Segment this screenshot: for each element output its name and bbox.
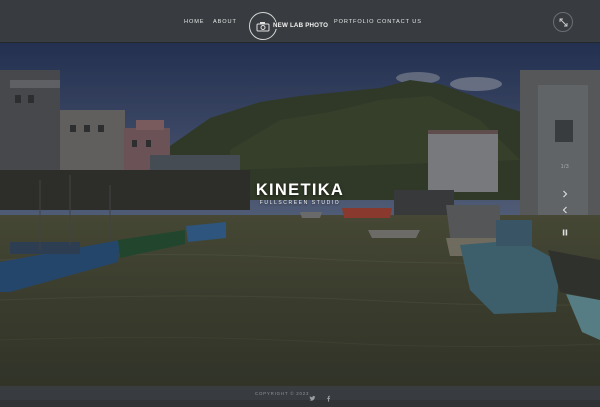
nav-link-portfolio[interactable]: PORTFOLIO [334, 17, 374, 27]
nav-link-contact-us[interactable]: CONTACT US [377, 17, 422, 27]
chevron-right-icon [563, 190, 568, 198]
nav-link-home[interactable]: HOME [184, 17, 204, 27]
logo-text: NEW LAB PHOTO [271, 22, 331, 29]
slide-counter: 1/3 [560, 164, 570, 170]
copyright-text: COPYRIGHT © 2023 [255, 391, 310, 396]
pause-slideshow-button[interactable] [554, 224, 576, 240]
site-logo[interactable]: NEW LAB PHOTO [249, 11, 331, 43]
next-slide-button[interactable] [554, 186, 576, 202]
top-navigation-bar: HOME ABOUT NEW LAB PHOTO PORTFOLIO CONTA… [0, 0, 600, 43]
chevron-left-icon [562, 206, 567, 214]
hero-title: KINETIKA [255, 181, 345, 199]
expand-icon [559, 18, 568, 27]
pause-icon [562, 229, 568, 235]
slider-controls: 1/3 [554, 160, 576, 244]
camera-icon [256, 22, 270, 32]
footer-bar: COPYRIGHT © 2023 [0, 386, 600, 402]
fullscreen-toggle-button[interactable] [553, 12, 573, 32]
twitter-icon[interactable] [309, 389, 317, 401]
hero-subtitle: FULLSCREEN STUDIO [259, 200, 341, 206]
facebook-icon[interactable] [325, 389, 333, 402]
prev-slide-button[interactable] [554, 202, 576, 218]
nav-link-about[interactable]: ABOUT [213, 17, 237, 27]
